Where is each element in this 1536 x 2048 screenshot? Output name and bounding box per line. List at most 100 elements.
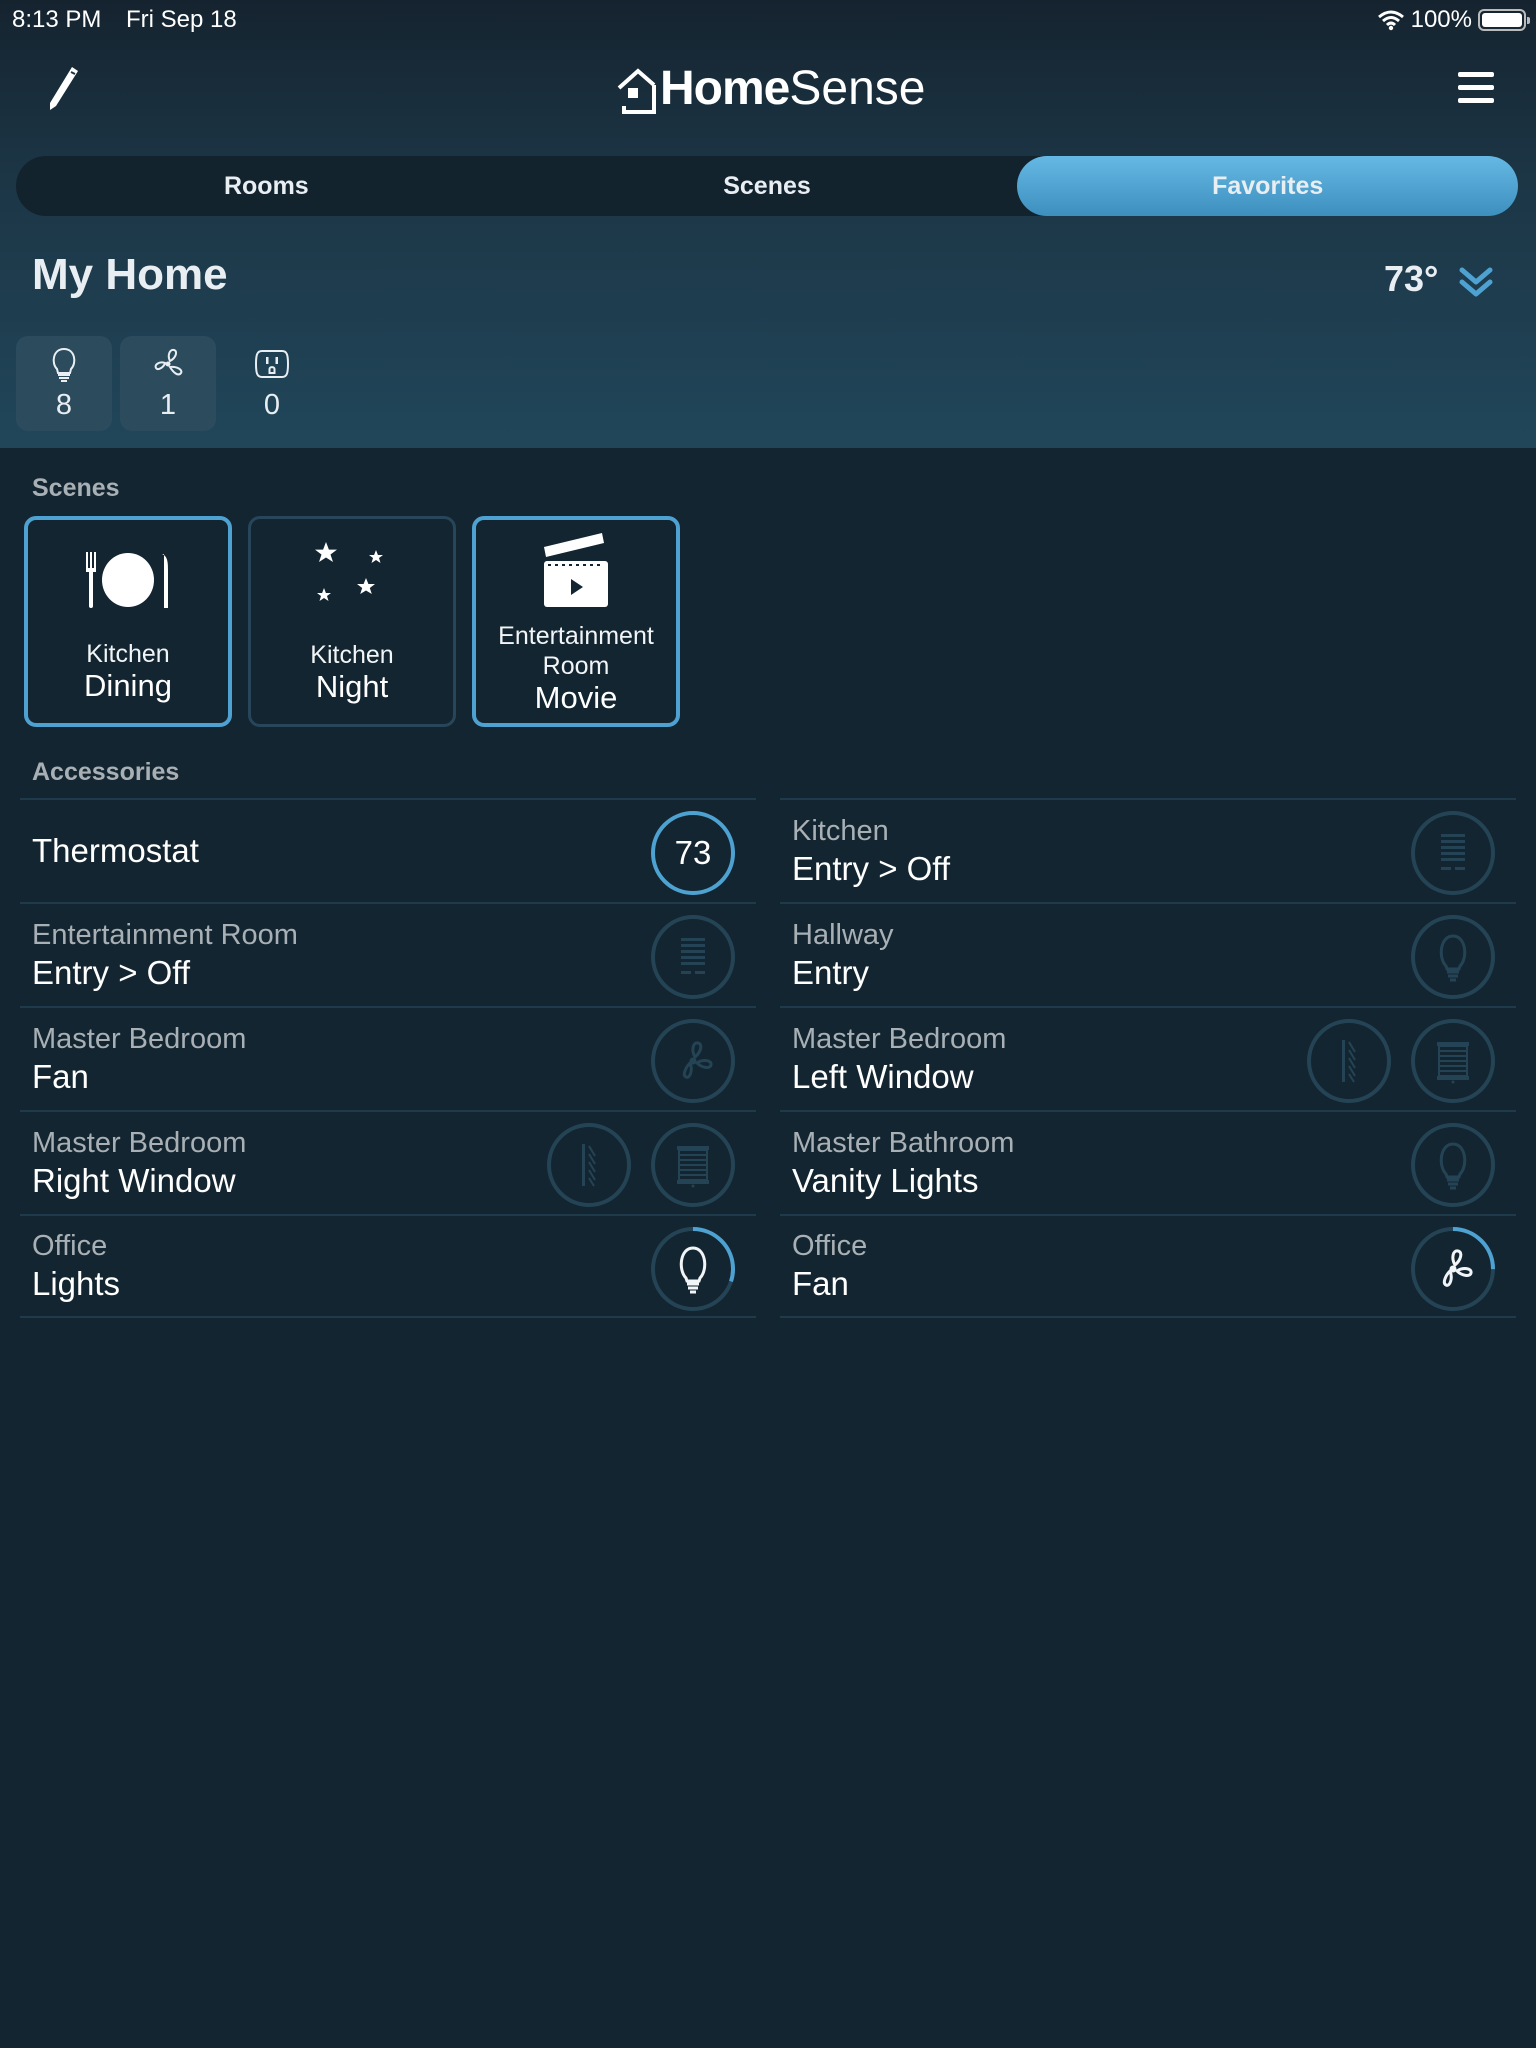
accessory-row[interactable]: Kitchen Entry > Off: [780, 798, 1516, 902]
keypad-control-button[interactable]: [650, 914, 736, 1000]
accessory-controls: [650, 1226, 736, 1312]
wifi-icon: [1377, 10, 1404, 31]
accessories-list: Thermostat 73 Kitchen Entry > Off Entertainm…: [20, 798, 1516, 1318]
light-control-button[interactable]: [1410, 914, 1496, 1000]
accessory-controls: [1306, 1018, 1496, 1104]
accessory-row[interactable]: Master Bedroom Right Window: [20, 1110, 756, 1214]
sheer-curtain-icon: [582, 1144, 596, 1187]
outlet-icon: [254, 350, 290, 378]
tab-scenes[interactable]: Scenes: [517, 156, 1018, 216]
accessories-section-label: Accessories: [32, 758, 180, 786]
logo-text-bold: Home: [660, 62, 790, 115]
accessory-text: Office Fan: [780, 1228, 867, 1304]
accessory-row[interactable]: Master Bedroom Left Window: [780, 1006, 1516, 1110]
accessory-room: Entertainment Room: [32, 919, 298, 951]
fan-icon: [682, 1041, 713, 1079]
fan-icon: [154, 348, 183, 376]
scene-room: Kitchen: [86, 640, 170, 668]
accessory-name: Lights: [32, 1265, 121, 1302]
pencil-icon: [50, 67, 78, 110]
fan-control-button[interactable]: [650, 1018, 736, 1104]
accessory-controls: [546, 1122, 736, 1208]
edit-button[interactable]: [44, 64, 84, 114]
window-shade-icon: [1437, 1042, 1469, 1084]
outlets-count-tile[interactable]: 0: [224, 336, 320, 431]
scenes-section-label: Scenes: [32, 474, 120, 502]
accessory-row[interactable]: Office Fan: [780, 1214, 1516, 1318]
keypad-icon: [681, 938, 705, 974]
thermostat-control-button[interactable]: 73: [650, 810, 736, 896]
accessory-controls: [650, 914, 736, 1000]
control-ring-track: [547, 1123, 631, 1207]
fan-control-button[interactable]: [1410, 1226, 1496, 1312]
accessory-controls: [1410, 914, 1496, 1000]
dining-icon: [86, 551, 168, 608]
accessory-text: Hallway Entry: [780, 917, 894, 993]
outlets-count: 0: [263, 389, 281, 421]
accessory-row[interactable]: Thermostat 73: [20, 798, 756, 902]
accessory-controls: 73: [650, 810, 736, 896]
scene-kitchen-dining[interactable]: Kitchen Dining: [24, 516, 232, 727]
keypad-icon: [1441, 834, 1465, 870]
scene-entertainment-movie[interactable]: Entertainment Room Movie: [472, 516, 680, 727]
home-temperature: 73°: [1384, 258, 1439, 299]
accessory-text: Master Bedroom Left Window: [780, 1021, 1006, 1097]
lightbulb-icon: [1439, 934, 1467, 982]
control-ring-track: [1307, 1019, 1391, 1103]
accessory-controls: [1410, 1226, 1496, 1312]
accessory-name: Entry > Off: [32, 954, 191, 991]
light-control-button[interactable]: [650, 1226, 736, 1312]
accessory-text: Thermostat: [20, 831, 199, 871]
accessory-row[interactable]: Master Bedroom Fan: [20, 1006, 756, 1110]
accessory-room: Office: [32, 1230, 108, 1262]
accessory-row[interactable]: Entertainment Room Entry > Off: [20, 902, 756, 1006]
lights-count-tile[interactable]: 8: [16, 336, 112, 431]
clapperboard-icon: [544, 532, 608, 607]
stars-icon: [315, 541, 383, 601]
scene-kitchen-night[interactable]: Kitchen Night: [248, 516, 456, 727]
accessory-room: Master Bedroom: [32, 1127, 247, 1159]
accessory-name: Vanity Lights: [792, 1162, 979, 1199]
accessory-text: Kitchen Entry > Off: [780, 813, 950, 889]
shade-control-button[interactable]: [650, 1122, 736, 1208]
accessory-room: Hallway: [792, 919, 894, 951]
app-logo: Home Sense: [616, 56, 925, 116]
hamburger-icon: [1458, 72, 1494, 103]
tab-rooms[interactable]: Rooms: [16, 156, 517, 216]
accessory-name: Left Window: [792, 1058, 974, 1095]
keypad-control-button[interactable]: [1410, 810, 1496, 896]
shade-control-button[interactable]: [1410, 1018, 1496, 1104]
logo-text-light: Sense: [789, 62, 926, 115]
lightbulb-icon: [1439, 1142, 1467, 1190]
scene-name: Night: [315, 669, 389, 704]
accessory-controls: [1410, 1122, 1496, 1208]
accessory-controls: [1410, 810, 1496, 896]
accessory-room: Master Bathroom: [792, 1127, 1015, 1159]
fans-count-tile[interactable]: 1: [120, 336, 216, 431]
light-control-button[interactable]: [1410, 1122, 1496, 1208]
accessory-room: Office: [792, 1230, 868, 1262]
tab-favorites[interactable]: Favorites: [1017, 156, 1519, 216]
fans-count: 1: [159, 389, 177, 421]
sheer-control-button[interactable]: [1306, 1018, 1392, 1104]
accessory-text: Entertainment Room Entry > Off: [20, 917, 298, 993]
sheer-control-button[interactable]: [546, 1122, 632, 1208]
accessory-name: Thermostat: [32, 832, 199, 869]
battery-percent: 100%: [1410, 6, 1472, 33]
accessory-name: Fan: [32, 1058, 89, 1095]
accessory-room: Master Bedroom: [32, 1023, 247, 1055]
accessory-row[interactable]: Office Lights: [20, 1214, 756, 1318]
accessory-text: Master Bedroom Fan: [20, 1021, 246, 1097]
accessory-controls: [650, 1018, 736, 1104]
accessory-row[interactable]: Hallway Entry: [780, 902, 1516, 1006]
fan-icon: [1442, 1249, 1473, 1287]
control-ring-track: [1411, 915, 1495, 999]
window-shade-icon: [677, 1146, 709, 1188]
accessory-text: Office Lights: [20, 1228, 120, 1304]
accessory-room: Kitchen: [792, 815, 889, 847]
sheer-curtain-icon: [1342, 1040, 1356, 1083]
menu-button[interactable]: [1456, 70, 1496, 106]
accessory-row[interactable]: Master Bathroom Vanity Lights: [780, 1110, 1516, 1214]
double-chevron-down-icon[interactable]: [1456, 262, 1496, 302]
status-date: Fri Sep 18: [126, 6, 237, 33]
